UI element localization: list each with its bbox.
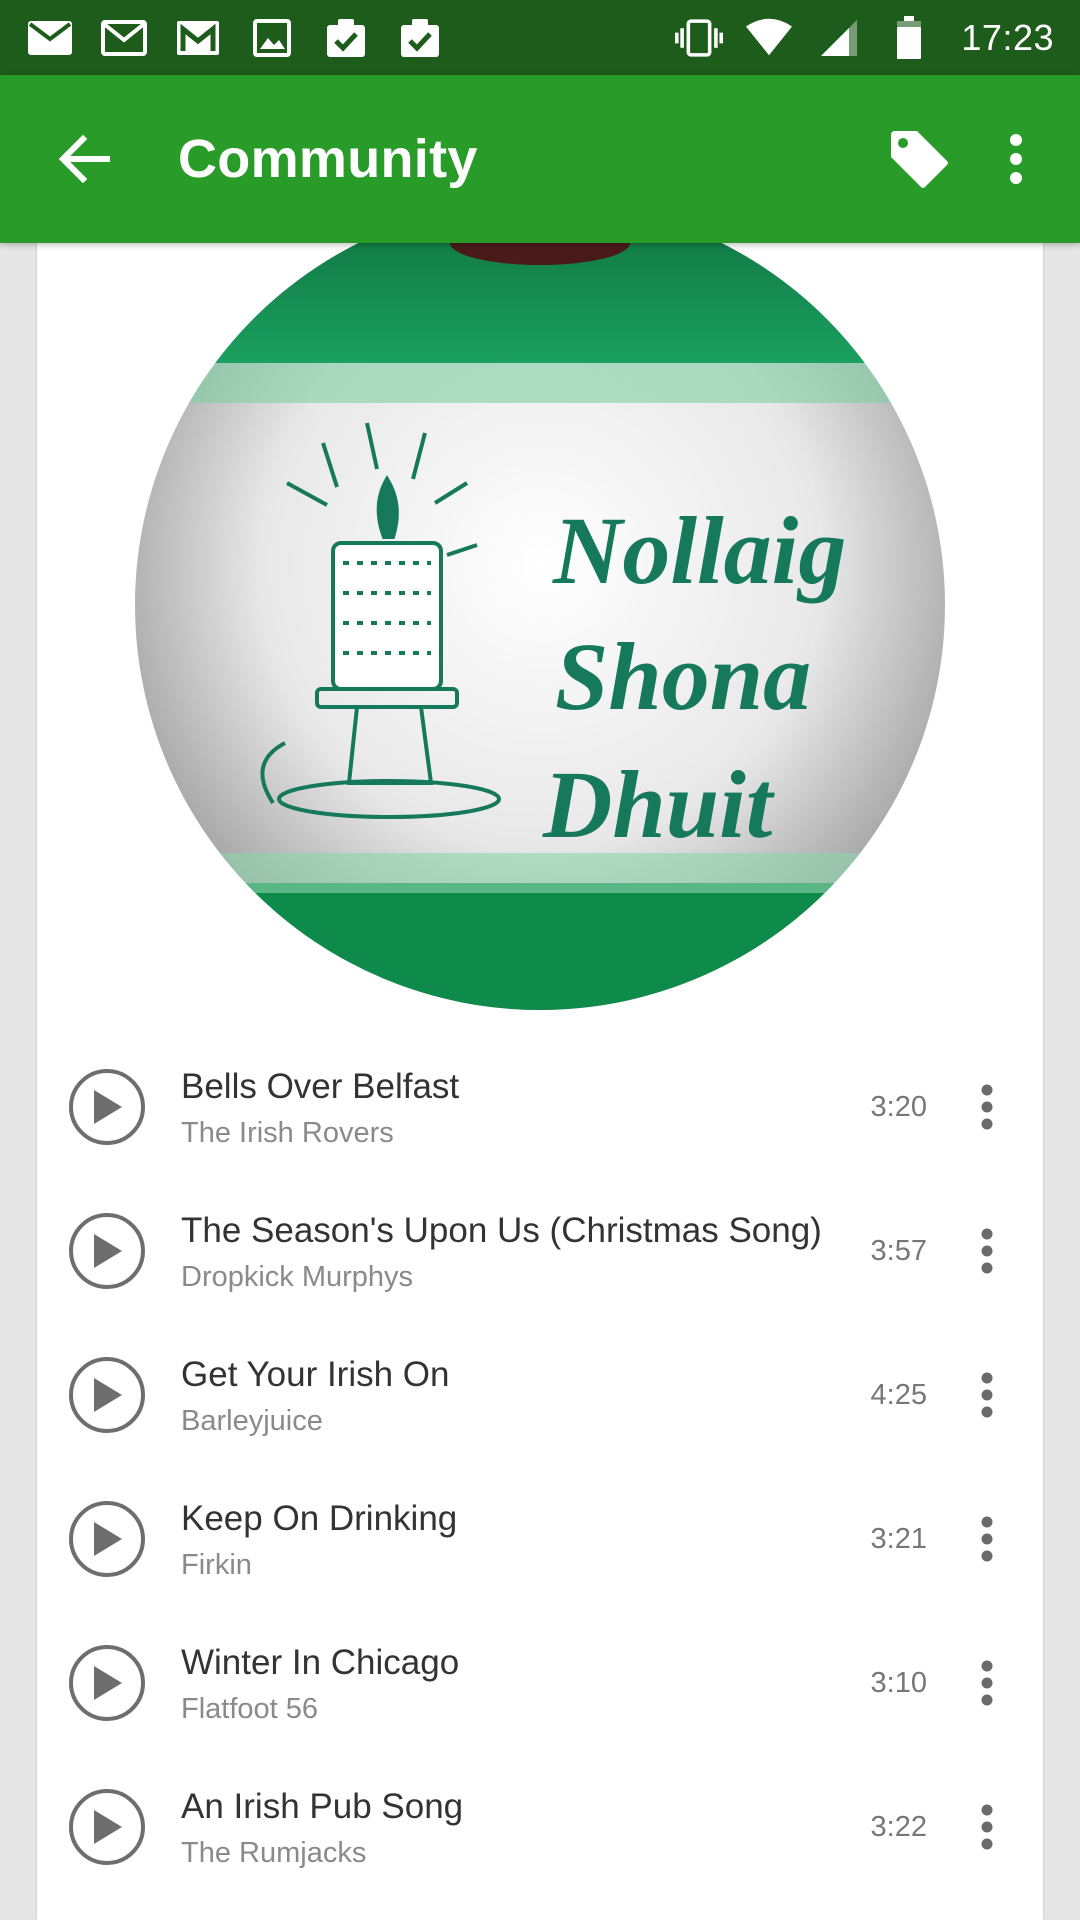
track-more-button[interactable] [967,1216,1007,1286]
track-duration: 3:10 [870,1666,927,1699]
track-duration: 4:25 [870,1378,927,1411]
play-icon [94,1522,122,1556]
track-row[interactable]: Winter In Chicago Flatfoot 56 3:10 [37,1611,1043,1755]
arrow-back-icon [58,135,110,183]
track-row[interactable]: The Season's Upon Us (Christmas Song) Dr… [37,1179,1043,1323]
play-button[interactable] [69,1645,145,1721]
track-info: Winter In Chicago Flatfoot 56 [181,1643,861,1726]
status-bar: 17:23 [0,0,1080,75]
track-duration: 3:21 [870,1522,927,1555]
artwork-text-line-2: Shona [555,623,811,730]
track-row[interactable]: An Irish Pub Song The Rumjacks 3:22 [37,1755,1043,1899]
play-icon [94,1666,122,1700]
track-title: Keep On Drinking [181,1499,458,1538]
signal-icon [815,18,863,58]
track-info: The Season's Upon Us (Christmas Song) Dr… [181,1211,861,1294]
track-more-button[interactable] [967,1072,1007,1142]
track-more-button[interactable] [967,1648,1007,1718]
clipboard-check-icon [322,18,370,58]
track-title: The Season's Upon Us (Christmas Song) [181,1211,822,1250]
track-duration: 3:57 [870,1234,927,1267]
artwork-text-line-1: Nollaig [552,497,846,604]
track-artist: The Rumjacks [181,1837,367,1869]
track-artist: Firkin [181,1549,252,1581]
track-artist: The Irish Rovers [181,1117,394,1149]
track-row[interactable]: Keep On Drinking Firkin 3:21 [37,1467,1043,1611]
back-button[interactable] [42,117,126,201]
playlist-artwork: Nollaig Shona Dhuit [37,243,1043,1023]
more-vert-icon [1010,134,1022,184]
status-clock: 17:23 [961,16,1054,58]
more-vert-icon [981,1228,993,1274]
track-list: Bells Over Belfast The Irish Rovers 3:20… [37,1035,1043,1899]
track-more-button[interactable] [967,1504,1007,1574]
track-title: Bells Over Belfast [181,1067,460,1106]
track-title: Winter In Chicago [181,1643,460,1682]
track-artist: Barleyjuice [181,1405,323,1437]
track-duration: 3:22 [870,1810,927,1843]
track-row[interactable]: Get Your Irish On Barleyjuice 4:25 [37,1323,1043,1467]
play-icon [94,1810,122,1844]
system-icons: 17:23 [675,15,1054,59]
track-row[interactable]: Bells Over Belfast The Irish Rovers 3:20 [37,1035,1043,1179]
track-info: Get Your Irish On Barleyjuice [181,1355,861,1438]
play-button[interactable] [69,1213,145,1289]
track-artist: Flatfoot 56 [181,1693,319,1725]
tag-icon [891,131,948,188]
track-artist: Dropkick Murphys [181,1261,414,1293]
track-more-button[interactable] [967,1792,1007,1862]
more-vert-icon [981,1804,993,1850]
play-button[interactable] [69,1789,145,1865]
artwork-text-line-3: Dhuit [542,751,776,858]
clipboard-check-icon [396,18,444,58]
more-vert-icon [981,1660,993,1706]
track-info: Bells Over Belfast The Irish Rovers [181,1067,861,1150]
image-icon [248,18,296,58]
more-vert-icon [981,1516,993,1562]
notification-icons [26,18,444,58]
more-vert-icon [981,1372,993,1418]
mail-icon [26,18,74,58]
app-toolbar: Community [0,75,1080,243]
tag-button[interactable] [874,114,964,204]
play-icon [94,1090,122,1124]
play-button[interactable] [69,1501,145,1577]
mail-icon [100,18,148,58]
track-title: An Irish Pub Song [181,1787,464,1826]
track-duration: 3:20 [870,1090,927,1123]
gmail-icon [174,18,222,58]
play-icon [94,1378,122,1412]
play-button[interactable] [69,1357,145,1433]
track-info: An Irish Pub Song The Rumjacks [181,1787,861,1870]
playlist-card: Nollaig Shona Dhuit Bells Over Belfast T… [37,243,1043,1920]
vibrate-icon [675,18,724,58]
play-icon [94,1234,122,1268]
play-button[interactable] [69,1069,145,1145]
track-info: Keep On Drinking Firkin [181,1499,861,1582]
more-vert-icon [981,1084,993,1130]
track-more-button[interactable] [967,1360,1007,1430]
overflow-menu-button[interactable] [976,114,1056,204]
page-title: Community [178,129,478,189]
battery-icon [885,15,933,59]
wifi-icon [745,18,793,58]
track-title: Get Your Irish On [181,1355,450,1394]
